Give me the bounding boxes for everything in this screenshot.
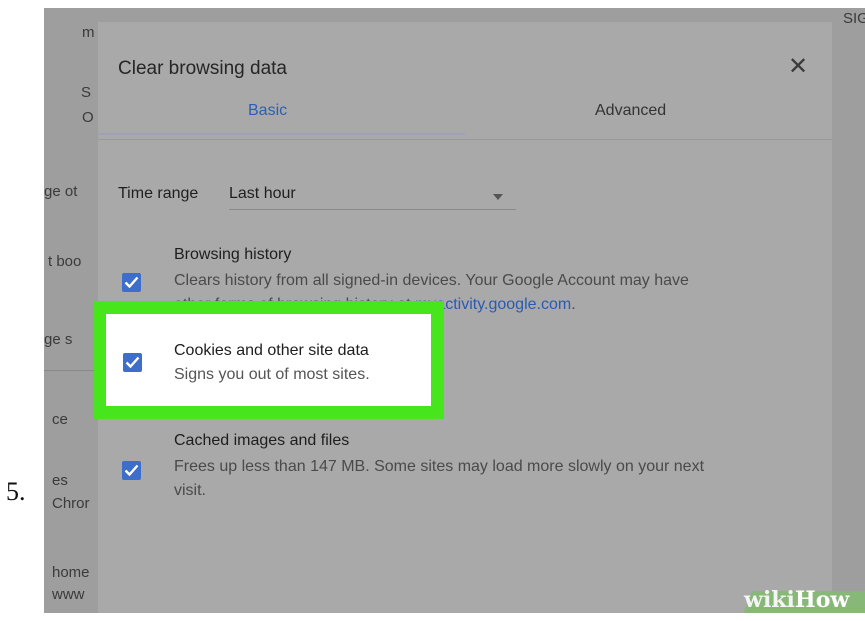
watermark-wiki: wiki: [744, 587, 795, 613]
wikihow-watermark: wikiHow: [744, 587, 849, 613]
background-fragment: www: [52, 586, 85, 603]
time-range-value: Last hour: [229, 185, 296, 202]
cached-images-desc-line2: visit.: [174, 482, 206, 499]
time-range-select[interactable]: Last hour: [229, 179, 516, 210]
background-fragment: Chror: [52, 495, 90, 512]
tab-advanced[interactable]: Advanced: [595, 102, 666, 120]
checkmark-icon: [124, 276, 139, 289]
chevron-down-icon: [493, 194, 503, 200]
browsing-history-title: Browsing history: [174, 246, 292, 263]
background-fragment: es: [52, 472, 68, 489]
browsing-history-checkbox[interactable]: [122, 273, 141, 292]
background-fragment: ge ot: [44, 183, 78, 200]
background-fragment: m: [82, 24, 95, 41]
screenshot: m S O ge ot t boo ge s ce es Chror home …: [44, 8, 865, 613]
background-fragment: ce: [52, 411, 68, 428]
cookies-checkbox[interactable]: [123, 353, 142, 372]
highlight-box: [94, 301, 444, 419]
browsing-history-desc-line1: Clears history from all signed-in device…: [174, 272, 689, 289]
step-number: 5.: [6, 477, 26, 506]
background-fragment: S: [81, 84, 92, 101]
checkmark-icon: [125, 356, 140, 369]
browsing-history-desc-suffix: .: [571, 296, 576, 313]
highlight-inner: [106, 314, 431, 406]
cached-images-desc-line1: Frees up less than 147 MB. Some sites ma…: [174, 458, 705, 475]
cached-images-checkbox[interactable]: [122, 461, 141, 480]
tab-basic[interactable]: Basic: [248, 102, 287, 120]
time-range-label: Time range: [118, 185, 199, 202]
background-fragment: t boo: [48, 253, 82, 270]
checkmark-icon: [124, 464, 139, 477]
background-fragment: ge s: [44, 331, 73, 348]
background-fragment: home: [52, 564, 90, 581]
cached-images-title: Cached images and files: [174, 432, 350, 449]
background-fragment: O: [82, 109, 94, 126]
background-fragment: SIG: [843, 10, 865, 27]
cookies-desc: Signs you out of most sites.: [174, 366, 370, 383]
tabs-divider: [98, 139, 832, 140]
active-tab-indicator: [98, 133, 465, 135]
watermark-how: How: [794, 587, 850, 613]
close-icon[interactable]: ✕: [788, 55, 808, 79]
cached-images-desc: Frees up less than 147 MB. Some sites ma…: [174, 455, 704, 503]
cookies-title: Cookies and other site data: [174, 342, 369, 359]
dialog-title: Clear browsing data: [118, 58, 287, 79]
